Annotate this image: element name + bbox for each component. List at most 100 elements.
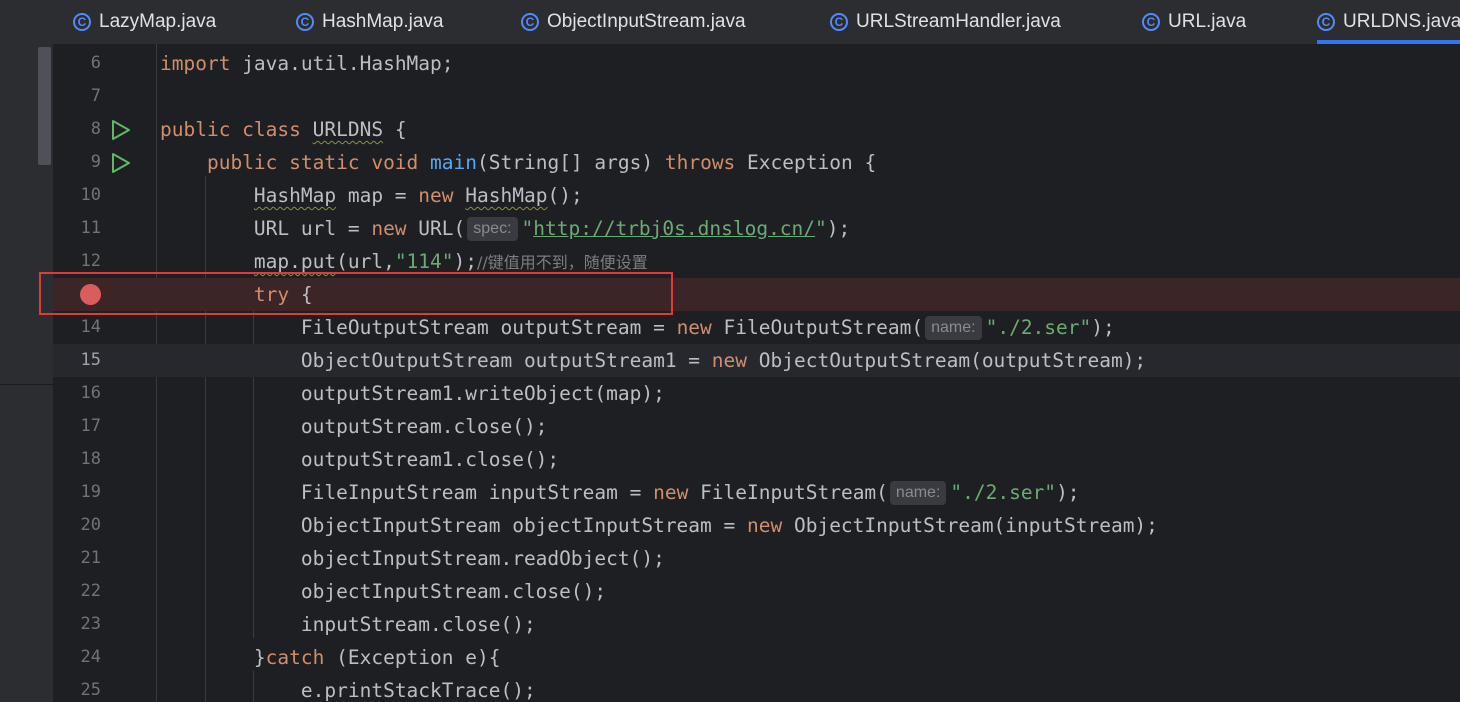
code-line[interactable]: 8 public class URLDNS { — [53, 113, 1460, 146]
line-number[interactable]: 15 — [53, 344, 101, 377]
code-line[interactable]: 16 outputStream1.writeObject(map); — [53, 377, 1460, 410]
code-token: FileOutputStream( — [711, 316, 924, 339]
code-line[interactable]: 9 public static void main(String[] args)… — [53, 146, 1460, 179]
line-number[interactable]: 16 — [53, 377, 101, 410]
code-token: //键值用不到，随便设置 — [477, 253, 648, 272]
code-token: outputStream.close(); — [160, 415, 548, 438]
line-number[interactable]: 7 — [53, 80, 101, 113]
code-text[interactable]: import java.util.HashMap; — [160, 47, 454, 80]
code-line[interactable]: 11 URL url = new URL(spec: "http://trbj0s… — [53, 212, 1460, 245]
run-icon[interactable] — [110, 119, 132, 141]
tab-objectinputstream[interactable]: C ObjectInputStream.java — [521, 0, 746, 44]
code-token: ); — [1056, 481, 1080, 504]
code-text[interactable]: ObjectOutputStream outputStream1 = new O… — [160, 344, 1146, 377]
left-tool-strip — [0, 0, 53, 702]
code-text[interactable]: URL url = new URL(spec: "http://trbj0s.dn… — [160, 212, 850, 245]
code-editor[interactable]: 6 import java.util.HashMap; 7 8 public class… — [53, 44, 1460, 702]
parameter-hint: name: — [889, 481, 947, 505]
line-number[interactable]: 25 — [53, 674, 101, 702]
code-token: " — [815, 217, 827, 240]
code-text[interactable]: }catch (Exception e){ — [160, 641, 501, 674]
code-line[interactable]: 6 import java.util.HashMap; — [53, 47, 1460, 80]
line-number[interactable]: 20 — [53, 509, 101, 542]
code-token: new — [653, 481, 689, 504]
java-class-icon: C — [1317, 13, 1335, 31]
line-number[interactable]: 11 — [53, 212, 101, 245]
code-text[interactable]: public class URLDNS { — [160, 113, 407, 146]
code-line[interactable]: 7 — [53, 80, 1460, 113]
code-token: throws — [664, 151, 736, 174]
code-token: http://trbj0s.dnslog.cn/ — [533, 217, 816, 240]
code-token: catch — [265, 646, 325, 669]
code-token: import — [160, 52, 231, 75]
code-line[interactable]: 19 FileInputStream inputStream = new Fil… — [53, 476, 1460, 509]
code-text[interactable]: objectInputStream.readObject(); — [160, 542, 665, 575]
code-text[interactable]: HashMap map = new HashMap(); — [160, 179, 583, 212]
code-token: { — [383, 118, 407, 141]
line-number[interactable]: 9 — [53, 146, 101, 179]
line-number[interactable]: 24 — [53, 641, 101, 674]
line-number[interactable]: 21 — [53, 542, 101, 575]
tab-label: ObjectInputStream.java — [547, 11, 746, 32]
code-token: FileInputStream inputStream = — [160, 481, 654, 504]
code-text[interactable]: public static void main(String[] args) t… — [160, 146, 876, 179]
code-token: outputStream1.writeObject(map); — [160, 382, 665, 405]
code-token: java.util.HashMap; — [230, 52, 454, 75]
line-number[interactable]: 22 — [53, 575, 101, 608]
code-line[interactable]: 18 outputStream1.close(); — [53, 443, 1460, 476]
code-line[interactable]: 24 }catch (Exception e){ — [53, 641, 1460, 674]
line-number[interactable]: 8 — [53, 113, 101, 146]
code-line[interactable]: 17 outputStream.close(); — [53, 410, 1460, 443]
code-line[interactable]: 15 ObjectOutputStream outputStream1 = ne… — [53, 344, 1460, 377]
code-token: objectInputStream.close(); — [160, 580, 607, 603]
code-line[interactable]: 14 FileOutputStream outputStream = new F… — [53, 311, 1460, 344]
tab-hashmap[interactable]: C HashMap.java — [296, 0, 443, 44]
code-token: new — [676, 316, 712, 339]
tab-lazymap[interactable]: C LazyMap.java — [73, 0, 216, 44]
line-number[interactable]: 17 — [53, 410, 101, 443]
line-number[interactable]: 19 — [53, 476, 101, 509]
tab-label: URLDNS.java — [1343, 11, 1460, 32]
tab-url[interactable]: C URL.java — [1142, 0, 1246, 44]
line-number[interactable]: 6 — [53, 47, 101, 80]
code-token: inputStream.close(); — [160, 613, 536, 636]
code-token: ); — [453, 250, 477, 273]
line-number[interactable]: 18 — [53, 443, 101, 476]
tab-urldns[interactable]: C URLDNS.java — [1317, 0, 1460, 44]
code-token: "./2.ser" — [950, 481, 1057, 504]
code-token: ); — [1091, 316, 1115, 339]
line-number[interactable]: 14 — [53, 311, 101, 344]
project-panel-scrollbar[interactable] — [38, 47, 51, 165]
code-line[interactable]: 20 ObjectInputStream objectInputStream =… — [53, 509, 1460, 542]
code-token: printStackTrace — [324, 679, 501, 702]
code-token: map = — [336, 184, 419, 207]
code-token: URL url = — [160, 217, 372, 240]
code-token: map.put — [253, 250, 337, 273]
code-token: ObjectInputStream objectInputStream = — [160, 514, 747, 537]
java-class-icon: C — [296, 13, 314, 31]
code-text[interactable]: objectInputStream.close(); — [160, 575, 606, 608]
code-text[interactable]: ObjectInputStream objectInputStream = ne… — [160, 509, 1158, 542]
code-line[interactable]: 22 objectInputStream.close(); — [53, 575, 1460, 608]
code-text[interactable]: outputStream1.writeObject(map); — [160, 377, 665, 410]
line-number[interactable]: 23 — [53, 608, 101, 641]
code-line[interactable]: 10 HashMap map = new HashMap(); — [53, 179, 1460, 212]
code-text[interactable]: outputStream1.close(); — [160, 443, 559, 476]
code-text[interactable]: outputStream.close(); — [160, 410, 548, 443]
run-icon[interactable] — [110, 152, 132, 174]
code-text[interactable]: FileInputStream inputStream = new FileIn… — [160, 476, 1080, 509]
line-number[interactable]: 10 — [53, 179, 101, 212]
tab-urlstreamhandler[interactable]: C URLStreamHandler.java — [830, 0, 1061, 44]
code-line[interactable]: 23 inputStream.close(); — [53, 608, 1460, 641]
tab-label: LazyMap.java — [99, 11, 217, 32]
code-text[interactable]: e.printStackTrace(); — [160, 674, 536, 702]
code-text[interactable]: FileOutputStream outputStream = new File… — [160, 311, 1115, 344]
code-line[interactable]: 25 e.printStackTrace(); — [53, 674, 1460, 702]
code-line[interactable]: 21 objectInputStream.readObject(); — [53, 542, 1460, 575]
code-token: } — [160, 646, 266, 669]
code-text[interactable]: inputStream.close(); — [160, 608, 536, 641]
